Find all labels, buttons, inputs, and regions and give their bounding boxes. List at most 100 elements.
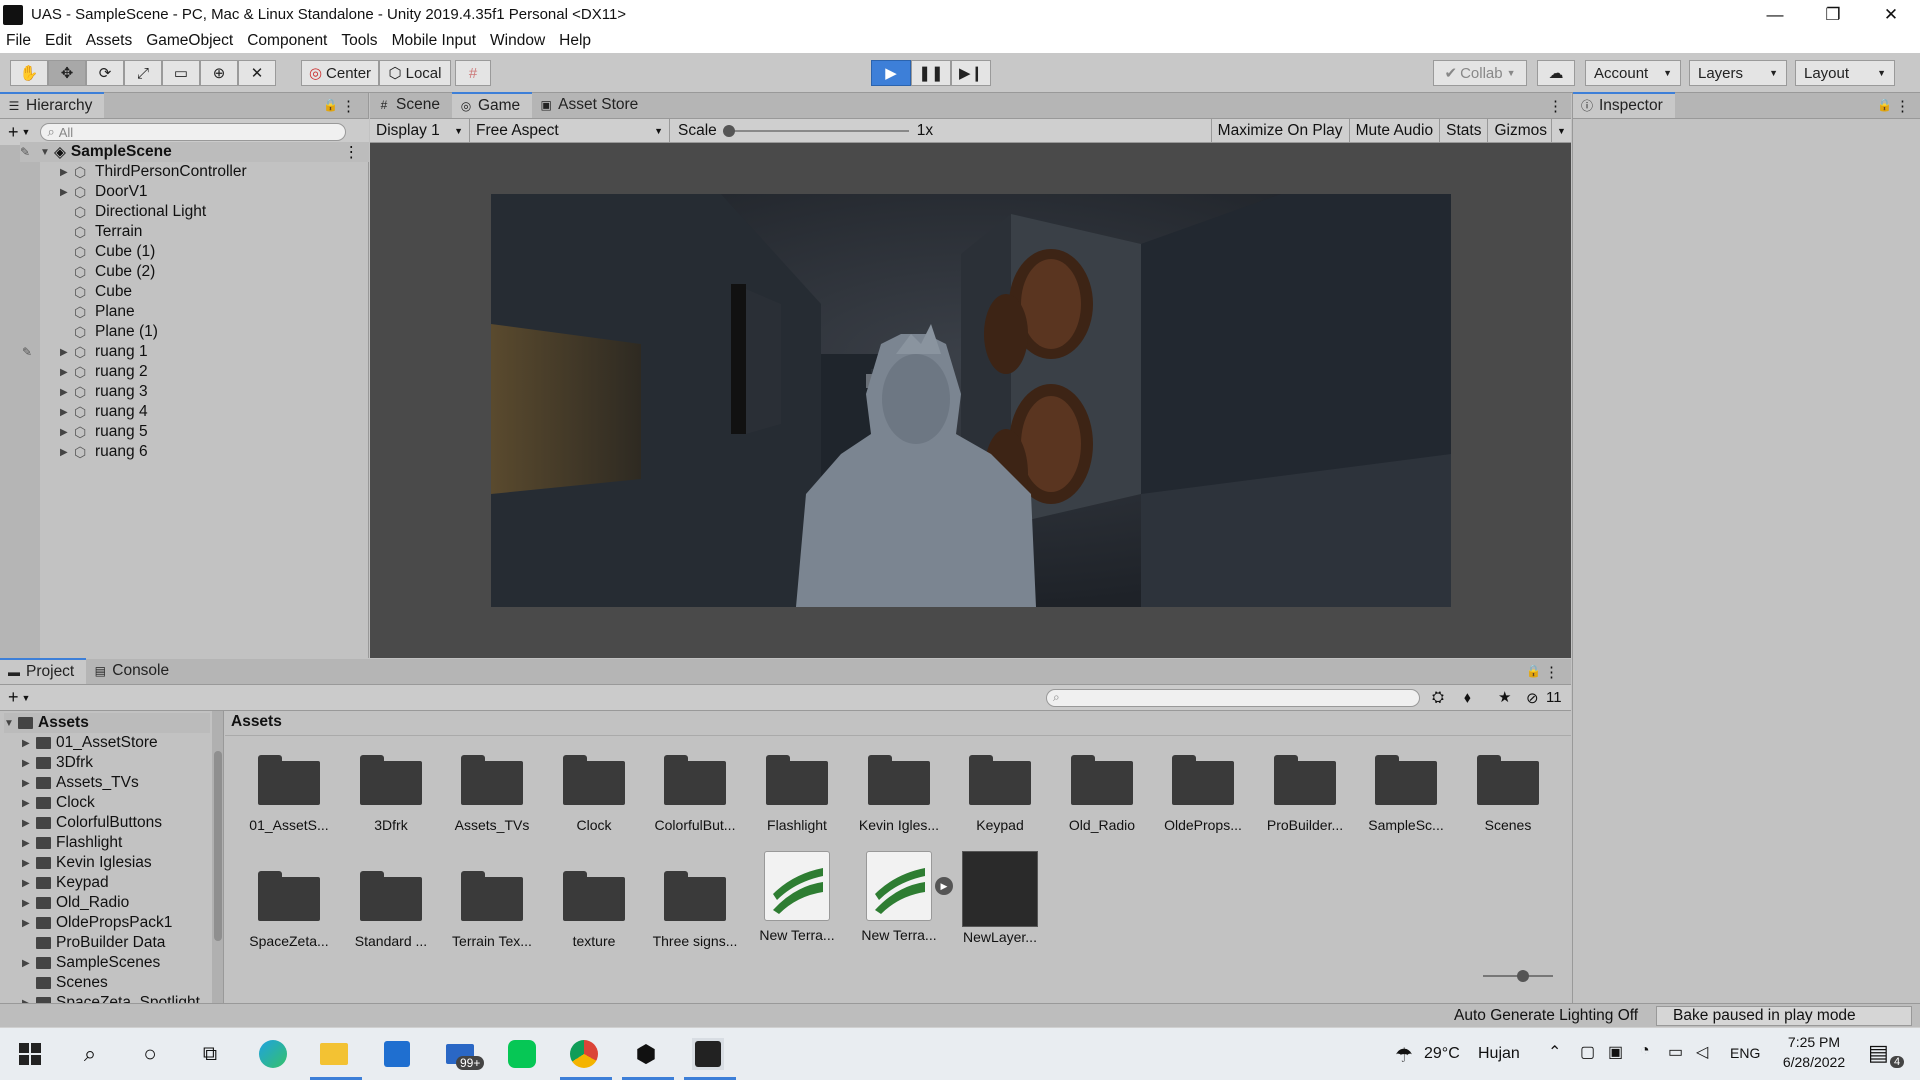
pivot-local-button[interactable]: ⬡ Local bbox=[379, 60, 451, 86]
chevron-up-icon[interactable]: ⌃ bbox=[1548, 1042, 1561, 1062]
chevron-down-icon[interactable]: ▼ bbox=[22, 127, 31, 137]
menu-edit[interactable]: Edit bbox=[45, 32, 72, 50]
tree-item-assets[interactable]: ▼ Assets bbox=[4, 713, 210, 733]
collapse-arrow-icon[interactable]: ▶ bbox=[22, 738, 36, 749]
tree-scrollbar[interactable] bbox=[212, 711, 223, 1003]
move-tool-icon[interactable]: ✥ bbox=[48, 60, 86, 86]
asset-folder[interactable]: Keypad bbox=[950, 755, 1050, 833]
asset-folder[interactable]: Scenes bbox=[1458, 755, 1558, 833]
hierarchy-item[interactable]: ▶ ⬡ ThirdPersonController bbox=[60, 162, 247, 182]
tree-item[interactable]: ▶ 01_AssetStore bbox=[22, 733, 158, 753]
project-search[interactable]: ⌕ bbox=[1046, 689, 1420, 707]
weather-temp[interactable]: 29°C bbox=[1424, 1045, 1460, 1063]
hierarchy-item[interactable]: ⬡ Cube (2) bbox=[74, 262, 155, 282]
hierarchy-item[interactable]: ▶ ⬡ ruang 3 bbox=[60, 382, 148, 402]
stats-toggle[interactable]: Stats bbox=[1439, 118, 1487, 143]
collapse-arrow-icon[interactable]: ▶ bbox=[60, 447, 74, 458]
label-tag-icon[interactable]: ⬧ bbox=[1464, 689, 1471, 706]
tab-scene[interactable]: # Scene bbox=[370, 92, 452, 118]
tab-asset-store[interactable]: ▣ Asset Store bbox=[532, 92, 650, 118]
asset-folder[interactable]: texture bbox=[544, 871, 644, 949]
asset-terrain[interactable]: New Terra... bbox=[747, 851, 847, 943]
hierarchy-item[interactable]: ⬡ Directional Light bbox=[74, 202, 206, 222]
line-app-icon[interactable] bbox=[506, 1038, 538, 1070]
weather-text[interactable]: Hujan bbox=[1478, 1045, 1520, 1063]
asset-folder[interactable]: OldeProps... bbox=[1153, 755, 1253, 833]
asset-folder[interactable]: Standard ... bbox=[341, 871, 441, 949]
expand-arrow-icon[interactable]: ▼ bbox=[4, 718, 18, 729]
task-view-icon[interactable]: ⧉ bbox=[194, 1038, 226, 1070]
collapse-arrow-icon[interactable]: ▶ bbox=[60, 367, 74, 378]
layout-dropdown[interactable]: Layout ▼ bbox=[1795, 60, 1895, 86]
collapse-arrow-icon[interactable]: ▶ bbox=[22, 858, 36, 869]
edge-icon[interactable] bbox=[257, 1038, 289, 1070]
kebab-menu-icon[interactable]: ⋮ bbox=[341, 97, 356, 115]
hierarchy-item[interactable]: ▶ ⬡ DoorV1 bbox=[60, 182, 148, 202]
kebab-menu-icon[interactable]: ⋮ bbox=[1544, 663, 1559, 681]
tab-hierarchy[interactable]: ☰ Hierarchy bbox=[0, 92, 105, 118]
add-icon[interactable]: + bbox=[8, 687, 19, 708]
chevron-down-icon[interactable]: ▼ bbox=[1551, 118, 1571, 143]
hierarchy-item[interactable]: ▶ ⬡ ruang 4 bbox=[60, 402, 148, 422]
asset-folder[interactable]: Assets_TVs bbox=[442, 755, 542, 833]
weather-rain-icon[interactable]: ☂ bbox=[1395, 1043, 1413, 1068]
menu-file[interactable]: File bbox=[6, 32, 31, 50]
menu-window[interactable]: Window bbox=[490, 32, 545, 50]
kebab-menu-icon[interactable]: ⋮ bbox=[1548, 97, 1563, 115]
collapse-arrow-icon[interactable]: ▶ bbox=[22, 918, 36, 929]
collapse-arrow-icon[interactable]: ▶ bbox=[22, 958, 36, 969]
minimize-button[interactable]: — bbox=[1746, 0, 1804, 29]
tree-item[interactable]: ▶ OldePropsPack1 bbox=[22, 913, 172, 933]
mute-audio-toggle[interactable]: Mute Audio bbox=[1348, 118, 1440, 143]
lock-icon[interactable]: 🔒 bbox=[323, 98, 338, 112]
menu-component[interactable]: Component bbox=[247, 32, 327, 50]
auto-lighting-status[interactable]: Auto Generate Lighting Off bbox=[1454, 1007, 1638, 1025]
display-dropdown[interactable]: Display 1 ▼ bbox=[370, 118, 470, 143]
hierarchy-item[interactable]: ▶ ⬡ ruang 2 bbox=[60, 362, 148, 382]
hidden-packages-icon[interactable]: ⊘ bbox=[1526, 689, 1539, 707]
pause-button[interactable]: ❚❚ bbox=[911, 60, 951, 86]
favorite-star-icon[interactable]: ★ bbox=[1498, 688, 1511, 706]
visibility-icon[interactable]: ✎ bbox=[20, 145, 40, 159]
asset-terrain[interactable]: ▶ New Terra... bbox=[849, 851, 953, 943]
hierarchy-search[interactable]: ⌕ All bbox=[40, 123, 347, 141]
volume-icon[interactable]: ◁ bbox=[1696, 1042, 1708, 1062]
add-icon[interactable]: + bbox=[8, 122, 19, 143]
cloud-icon[interactable]: ☁ bbox=[1537, 60, 1575, 86]
tree-item[interactable]: ▶ SampleScenes bbox=[22, 953, 160, 973]
wifi-icon[interactable]: ◔ bbox=[1640, 1042, 1650, 1060]
asset-folder[interactable]: 01_AssetS... bbox=[239, 755, 339, 833]
file-explorer-icon[interactable] bbox=[318, 1038, 350, 1070]
hierarchy-item[interactable]: ⬡ Plane (1) bbox=[74, 322, 158, 342]
collapse-arrow-icon[interactable]: ▶ bbox=[22, 798, 36, 809]
asset-folder[interactable]: Three signs... bbox=[645, 871, 745, 949]
collapse-arrow-icon[interactable]: ▶ bbox=[22, 898, 36, 909]
hierarchy-item[interactable]: ▶ ⬡ ruang 6 bbox=[60, 442, 148, 462]
asset-folder[interactable]: Flashlight bbox=[747, 755, 847, 833]
transform-tool-icon[interactable]: ⊕ bbox=[200, 60, 238, 86]
hierarchy-item[interactable]: ⬡ Terrain bbox=[74, 222, 142, 242]
collapse-arrow-icon[interactable]: ▶ bbox=[60, 347, 74, 358]
tree-item[interactable]: ▶ Kevin Iglesias bbox=[22, 853, 152, 873]
hierarchy-item[interactable]: ⬡ Plane bbox=[74, 302, 135, 322]
collapse-arrow-icon[interactable]: ▶ bbox=[60, 387, 74, 398]
maximize-on-play-toggle[interactable]: Maximize On Play bbox=[1210, 118, 1349, 143]
menu-help[interactable]: Help bbox=[559, 32, 591, 50]
pivot-center-button[interactable]: ◎ Center bbox=[301, 60, 379, 86]
game-viewport[interactable] bbox=[491, 194, 1451, 607]
layers-dropdown[interactable]: Layers ▼ bbox=[1689, 60, 1787, 86]
collab-dropdown[interactable]: ✔ Collab ▼ bbox=[1433, 60, 1527, 86]
asset-folder[interactable]: Clock bbox=[544, 755, 644, 833]
hierarchy-item[interactable]: ⬡ Cube bbox=[74, 282, 132, 302]
bake-status[interactable]: Bake paused in play mode bbox=[1656, 1006, 1912, 1026]
hand-tool-icon[interactable]: ✋ bbox=[10, 60, 48, 86]
chrome-icon[interactable] bbox=[568, 1038, 600, 1070]
search-icon[interactable]: ⌕ bbox=[74, 1038, 106, 1070]
asset-folder[interactable]: 3Dfrk bbox=[341, 755, 441, 833]
mail-icon[interactable]: 99+ bbox=[444, 1038, 485, 1070]
scale-slider[interactable] bbox=[722, 119, 913, 143]
lock-icon[interactable]: 🔒 bbox=[1877, 98, 1892, 112]
tree-item[interactable]: Scenes bbox=[36, 973, 108, 993]
asset-folder[interactable]: ProBuilder... bbox=[1255, 755, 1355, 833]
collapse-arrow-icon[interactable]: ▶ bbox=[22, 778, 36, 789]
